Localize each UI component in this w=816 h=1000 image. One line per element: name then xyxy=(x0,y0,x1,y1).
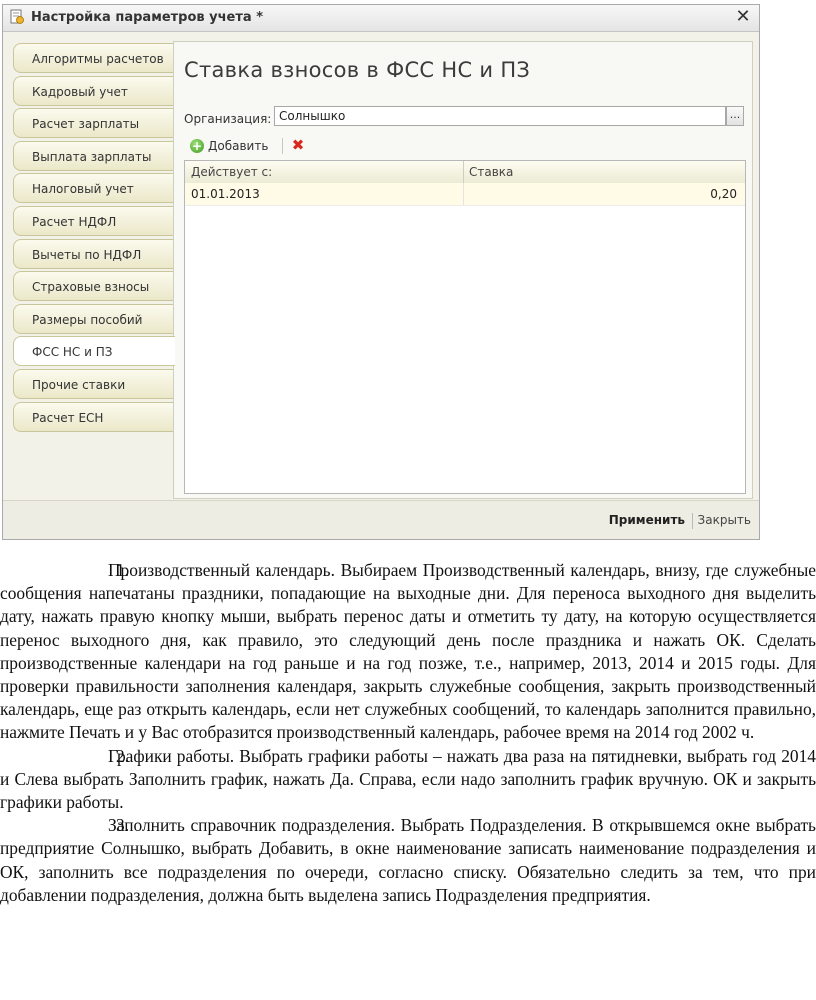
tab-label: Выплата зарплаты xyxy=(32,149,152,164)
settings-tabs: Алгоритмы расчетов Кадровый учет Расчет … xyxy=(13,43,175,434)
tab-salary-payment[interactable]: Выплата зарплаты xyxy=(13,140,173,171)
column-divider xyxy=(463,183,464,205)
instructions-text: 1.Производственный календарь. Выбираем П… xyxy=(0,559,816,907)
tab-insurance[interactable]: Страховые взносы xyxy=(13,271,173,302)
button-separator xyxy=(692,513,693,529)
tab-label: Расчет НДФЛ xyxy=(32,214,117,229)
apply-button[interactable]: Применить xyxy=(609,513,685,527)
tab-label: Алгоритмы расчетов xyxy=(32,52,164,66)
instruction-item-3: 3.Заполнить справочник подразделения. Вы… xyxy=(0,814,816,907)
tab-label: Расчет ЕСН xyxy=(32,410,104,425)
delete-icon[interactable]: ✖ xyxy=(290,137,306,153)
tab-label: Расчет зарплаты xyxy=(32,117,140,132)
tab-ndfl-deductions[interactable]: Вычеты по НДФЛ xyxy=(13,238,173,269)
rates-table: Действует с: Ставка 01.01.2013 0,20 xyxy=(184,160,746,494)
tab-other-rates[interactable]: Прочие ставки xyxy=(13,368,173,399)
tab-label: Кадровый учет xyxy=(32,84,128,99)
column-divider xyxy=(463,161,464,183)
item-text: Заполнить справочник подразделения. Выбр… xyxy=(0,815,816,905)
fss-panel: Ставка взносов в ФСС НС и ПЗ Организация… xyxy=(173,41,753,499)
add-icon: + xyxy=(190,139,204,153)
tab-label: Налоговый учет xyxy=(32,182,134,197)
column-header-effective-from[interactable]: Действует с: xyxy=(191,165,272,179)
organization-label: Организация: xyxy=(184,112,272,126)
instruction-item-2: 2.Графики работы. Выбрать графики работы… xyxy=(0,745,816,815)
item-number: 2. xyxy=(116,745,130,766)
bottom-bar: Применить Закрыть xyxy=(3,500,759,539)
tab-esn[interactable]: Расчет ЕСН xyxy=(13,401,173,432)
organization-select-button[interactable]: ... xyxy=(726,106,744,126)
tab-fss[interactable]: ФСС НС и ПЗ xyxy=(13,336,175,367)
close-button[interactable]: Закрыть xyxy=(698,513,751,527)
item-number: 3. xyxy=(116,815,130,836)
settings-window: Настройка параметров учета * ✕ Алгоритмы… xyxy=(2,4,760,540)
item-text: Производственный календарь. Выбираем Про… xyxy=(0,560,816,743)
toolbar-separator xyxy=(282,138,283,154)
item-text: Графики работы. Выбрать графики работы –… xyxy=(0,745,816,813)
instruction-item-1: 1.Производственный календарь. Выбираем П… xyxy=(0,559,816,745)
tab-label: ФСС НС и ПЗ xyxy=(32,345,113,360)
tab-algorithms[interactable]: Алгоритмы расчетов xyxy=(13,43,173,73)
column-header-rate[interactable]: Ставка xyxy=(469,165,513,179)
tab-payroll[interactable]: Расчет зарплаты xyxy=(13,108,173,139)
tab-label: Прочие ставки xyxy=(32,377,126,392)
cell-effective-from: 01.01.2013 xyxy=(191,187,260,201)
tab-label: Вычеты по НДФЛ xyxy=(32,247,142,262)
tab-personnel[interactable]: Кадровый учет xyxy=(13,75,173,106)
table-row[interactable]: 01.01.2013 0,20 xyxy=(185,183,745,206)
tab-benefits[interactable]: Размеры пособий xyxy=(13,303,173,334)
table-header: Действует с: Ставка xyxy=(185,161,745,184)
organization-field[interactable]: Солнышко xyxy=(274,106,726,126)
add-button-label: Добавить xyxy=(208,139,269,153)
title-bar: Настройка параметров учета * ✕ xyxy=(3,5,759,32)
tab-ndfl-calc[interactable]: Расчет НДФЛ xyxy=(13,205,173,236)
tab-label: Страховые взносы xyxy=(32,280,150,295)
item-number: 1. xyxy=(116,560,130,580)
cell-rate: 0,20 xyxy=(710,187,737,201)
panel-title: Ставка взносов в ФСС НС и ПЗ xyxy=(184,58,531,82)
document-settings-icon xyxy=(10,9,24,24)
window-title: Настройка параметров учета * xyxy=(31,10,264,25)
close-window-button[interactable]: ✕ xyxy=(733,7,753,27)
tab-tax-accounting[interactable]: Налоговый учет xyxy=(13,173,173,204)
add-button[interactable]: + Добавить xyxy=(188,136,278,156)
tab-label: Размеры пособий xyxy=(32,312,143,327)
